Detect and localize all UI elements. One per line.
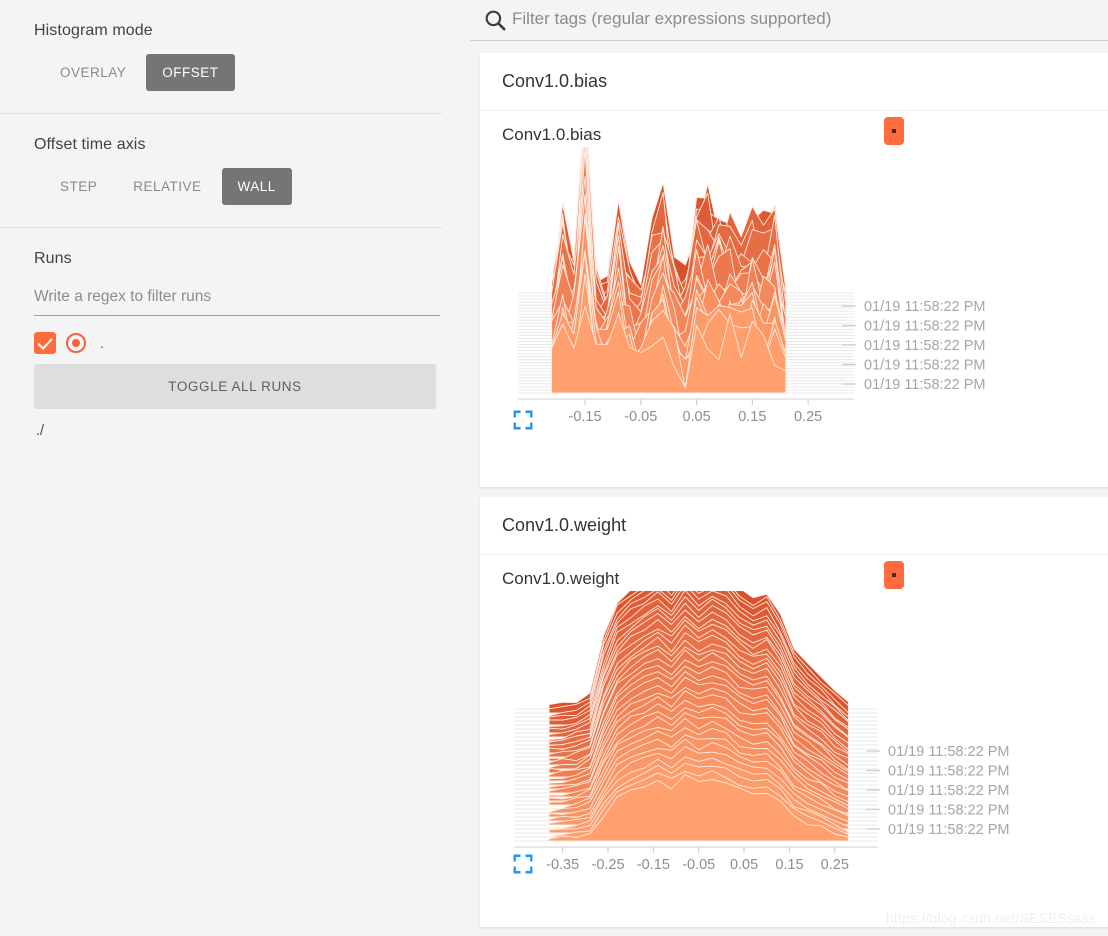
run-item-label: . [100,335,104,351]
run-legend-chip[interactable] [884,561,904,589]
svg-text:-0.35: -0.35 [546,857,579,873]
histogram-mode-buttons: OVERLAY OFFSET [34,44,436,113]
svg-text:0.05: 0.05 [730,857,758,873]
offset-time-axis-wall-button[interactable]: WALL [221,168,292,205]
histogram-mode-section: Histogram mode OVERLAY OFFSET [0,0,470,113]
run-legend-chip[interactable] [884,117,904,145]
run-path-label: ./ [36,423,45,439]
main-content: Conv1.0.bias Conv1.0.bias -0.15 -0.05 0.05… [470,0,1108,936]
svg-text:0.25: 0.25 [794,409,822,425]
run-list-item[interactable]: . [34,332,436,354]
run-checkbox-icon[interactable] [34,332,56,354]
fullscreen-expand-icon[interactable] [512,409,534,431]
offset-time-axis-buttons: STEP RELATIVE WALL [34,158,436,227]
svg-text:01/19 11:58:22 PM: 01/19 11:58:22 PM [864,319,985,335]
tag-filter-input[interactable] [512,7,1108,33]
runs-title: Runs [34,250,72,267]
svg-text:0.15: 0.15 [775,857,803,873]
tag-filter-bar [470,0,1108,41]
svg-text:-0.25: -0.25 [591,857,624,873]
chart-container-weight[interactable]: Conv1.0.weight -0.35 -0.25 -0.15 -0.05 0.05 0… [480,555,1108,927]
offset-time-axis-step-button[interactable]: STEP [44,168,113,205]
offset-time-axis-title: Offset time axis [34,136,146,153]
search-icon [485,10,506,31]
runs-filter-input[interactable] [34,282,440,316]
histogram-card-bias: Conv1.0.bias Conv1.0.bias -0.15 -0.05 0.05… [480,53,1108,487]
card-header-title: Conv1.0.bias [480,53,1108,111]
svg-text:-0.05: -0.05 [682,857,715,873]
histogram-mode-offset-button[interactable]: OFFSET [146,54,235,91]
svg-text:01/19 11:58:22 PM: 01/19 11:58:22 PM [888,803,1009,819]
svg-text:01/19 11:58:22 PM: 01/19 11:58:22 PM [888,822,1009,838]
svg-text:-0.05: -0.05 [624,409,657,425]
toggle-all-runs-button[interactable]: TOGGLE ALL RUNS [34,364,436,409]
histogram-mode-title: Histogram mode [34,22,153,39]
watermark-text: https://blog.csdn.net/SESESssss [885,910,1096,926]
card-header-title: Conv1.0.weight [480,497,1108,555]
chart-container-bias[interactable]: Conv1.0.bias -0.15 -0.05 0.05 0.15 0.25 01/1… [480,111,1108,487]
card-list: Conv1.0.bias Conv1.0.bias -0.15 -0.05 0.05… [470,41,1108,927]
runs-section: Runs . TOGGLE ALL RUNS ./ [0,228,470,439]
svg-text:01/19 11:58:22 PM: 01/19 11:58:22 PM [864,358,985,374]
chart-title: Conv1.0.weight [502,569,620,588]
sidebar: Histogram mode OVERLAY OFFSET Offset tim… [0,0,470,936]
offset-time-axis-section: Offset time axis STEP RELATIVE WALL [0,114,470,227]
run-color-dot-icon[interactable] [66,333,86,353]
svg-text:-0.15: -0.15 [637,857,670,873]
svg-text:01/19 11:58:22 PM: 01/19 11:58:22 PM [888,783,1009,799]
svg-text:-0.15: -0.15 [569,409,602,425]
offset-time-axis-relative-button[interactable]: RELATIVE [117,168,217,205]
svg-text:01/19 11:58:22 PM: 01/19 11:58:22 PM [864,377,985,393]
histogram-mode-overlay-button[interactable]: OVERLAY [44,54,142,91]
tensorboard-histograms-page: Histogram mode OVERLAY OFFSET Offset tim… [0,0,1108,936]
svg-text:0.15: 0.15 [738,409,766,425]
svg-text:0.05: 0.05 [682,409,710,425]
histogram-card-weight: Conv1.0.weight Conv1.0.weight -0.35 -0.25… [480,497,1108,927]
histogram-plot-weight[interactable]: -0.35 -0.25 -0.15 -0.05 0.05 0.15 0.25 01/19 1… [480,591,1108,881]
svg-text:01/19 11:58:22 PM: 01/19 11:58:22 PM [888,744,1009,760]
fullscreen-expand-icon[interactable] [512,853,534,875]
chart-title: Conv1.0.bias [502,125,602,144]
svg-text:01/19 11:58:22 PM: 01/19 11:58:22 PM [864,338,985,354]
svg-text:01/19 11:58:22 PM: 01/19 11:58:22 PM [888,764,1009,780]
histogram-plot-bias[interactable]: -0.15 -0.05 0.05 0.15 0.25 01/19 11:58:22 PM… [480,147,1108,437]
svg-text:0.25: 0.25 [821,857,849,873]
svg-text:01/19 11:58:22 PM: 01/19 11:58:22 PM [864,299,985,315]
